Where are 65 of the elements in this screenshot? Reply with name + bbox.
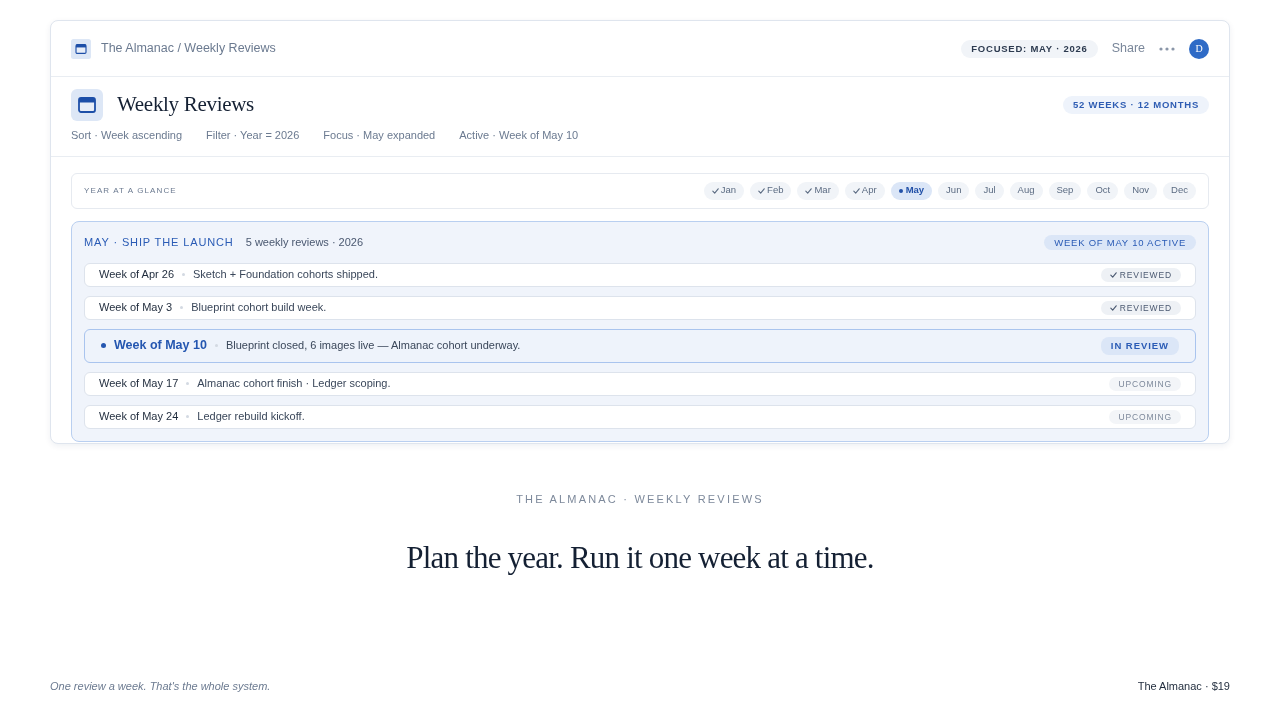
check-icon (1109, 271, 1117, 278)
month-chip[interactable]: Jun (938, 181, 970, 200)
week-note: Sketch + Foundation cohorts shipped. (193, 267, 378, 283)
month-chip[interactable]: Jul (975, 181, 1004, 200)
month-chip[interactable]: Sep (1048, 181, 1082, 200)
month-chip[interactable]: Dec (1163, 181, 1196, 200)
check-icon (805, 187, 813, 194)
tagline-text: THE ALMANAC · WEEKLY REVIEWS (515, 491, 765, 507)
more-icon (1159, 46, 1175, 51)
month-chip[interactable]: Jan (703, 181, 745, 200)
week-note: Almanac cohort finish · Ledger scoping. (197, 376, 391, 392)
month-chip[interactable]: Nov (1124, 181, 1158, 200)
week-row[interactable]: Week of May 3 Blueprint cohort build week. REVIEWED (84, 295, 1196, 320)
page-title: Weekly Reviews (117, 92, 254, 118)
week-row[interactable]: Week of Apr 26 Sketch + Foundation cohorts shipped. REVIEWED (84, 262, 1196, 287)
check-icon (758, 187, 766, 194)
month-chip[interactable]: Aug (1009, 181, 1043, 200)
share-button[interactable]: Share (1111, 39, 1145, 58)
week-note: Ledger rebuild kickoff. (197, 409, 305, 425)
product-price: The Almanac · $19 (1137, 678, 1230, 694)
window-icon (71, 38, 91, 59)
week-note: Blueprint cohort build week. (191, 300, 327, 316)
week-row[interactable]: Week of May 17 Almanac cohort finish · Ledger scoping. UPCOMING (84, 371, 1196, 396)
week-row[interactable]: Week of May 10 Blueprint closed, 6 images live — Almanac cohort underway. IN REVIEW (84, 328, 1196, 363)
week-label: Week of May 10 (114, 337, 207, 355)
week-label: Week of May 24 (99, 409, 179, 425)
status-badge: UPCOMING (1109, 409, 1181, 424)
check-icon (1109, 304, 1117, 311)
footer-note: One review a week. That's the whole system. (50, 678, 271, 694)
active-week-badge: WEEK OF MAY 10 ACTIVE (1044, 235, 1196, 250)
month-title: MAY · SHIP THE LAUNCH (84, 235, 234, 251)
dot-icon (898, 188, 903, 193)
dot-icon (101, 343, 106, 348)
week-label: Week of Apr 26 (99, 267, 174, 283)
user-avatar[interactable]: D (1189, 38, 1209, 59)
section-label: YEAR AT A GLANCE (84, 184, 177, 197)
month-chip[interactable]: Apr (844, 181, 885, 200)
status-badge: REVIEWED (1100, 267, 1181, 282)
check-icon (852, 187, 860, 194)
week-note: Blueprint closed, 6 images live — Almanac cohort underway. (225, 338, 521, 354)
month-chip[interactable]: Mar (797, 181, 839, 200)
status-badge: REVIEWED (1100, 300, 1181, 315)
status-badge: UPCOMING (1109, 376, 1181, 391)
month-subtitle: 5 weekly reviews · 2026 (245, 235, 364, 251)
separator-dot-icon (180, 306, 184, 309)
meta-text: Active · Week of May 10 (459, 128, 579, 143)
week-label: Week of May 3 (99, 300, 173, 316)
separator-dot-icon (182, 273, 185, 276)
month-chip[interactable]: Feb (750, 181, 792, 200)
month-chip[interactable]: Oct (1087, 181, 1119, 200)
meta-text: Focus · May expanded (323, 128, 436, 143)
count-badge: 52 WEEKS · 12 MONTHS (1062, 96, 1209, 114)
headline-text: Plan the year. Run it one week at a time. (405, 539, 875, 577)
meta-text: Filter · Year = 2026 (206, 128, 300, 143)
meta-text: Sort · Week ascending (71, 128, 183, 143)
separator-dot-icon (186, 382, 190, 385)
separator-dot-icon (186, 415, 190, 418)
week-row[interactable]: Week of May 24 Ledger rebuild kickoff. UPCOMING (84, 404, 1196, 429)
window-icon (71, 89, 103, 121)
breadcrumb[interactable]: The Almanac / Weekly Reviews (101, 39, 276, 58)
focus-badge: FOCUSED: MAY · 2026 (961, 39, 1098, 58)
month-chip[interactable]: May (890, 181, 933, 200)
status-badge: IN REVIEW (1100, 336, 1179, 355)
week-label: Week of May 17 (99, 376, 179, 392)
check-icon (711, 187, 719, 194)
